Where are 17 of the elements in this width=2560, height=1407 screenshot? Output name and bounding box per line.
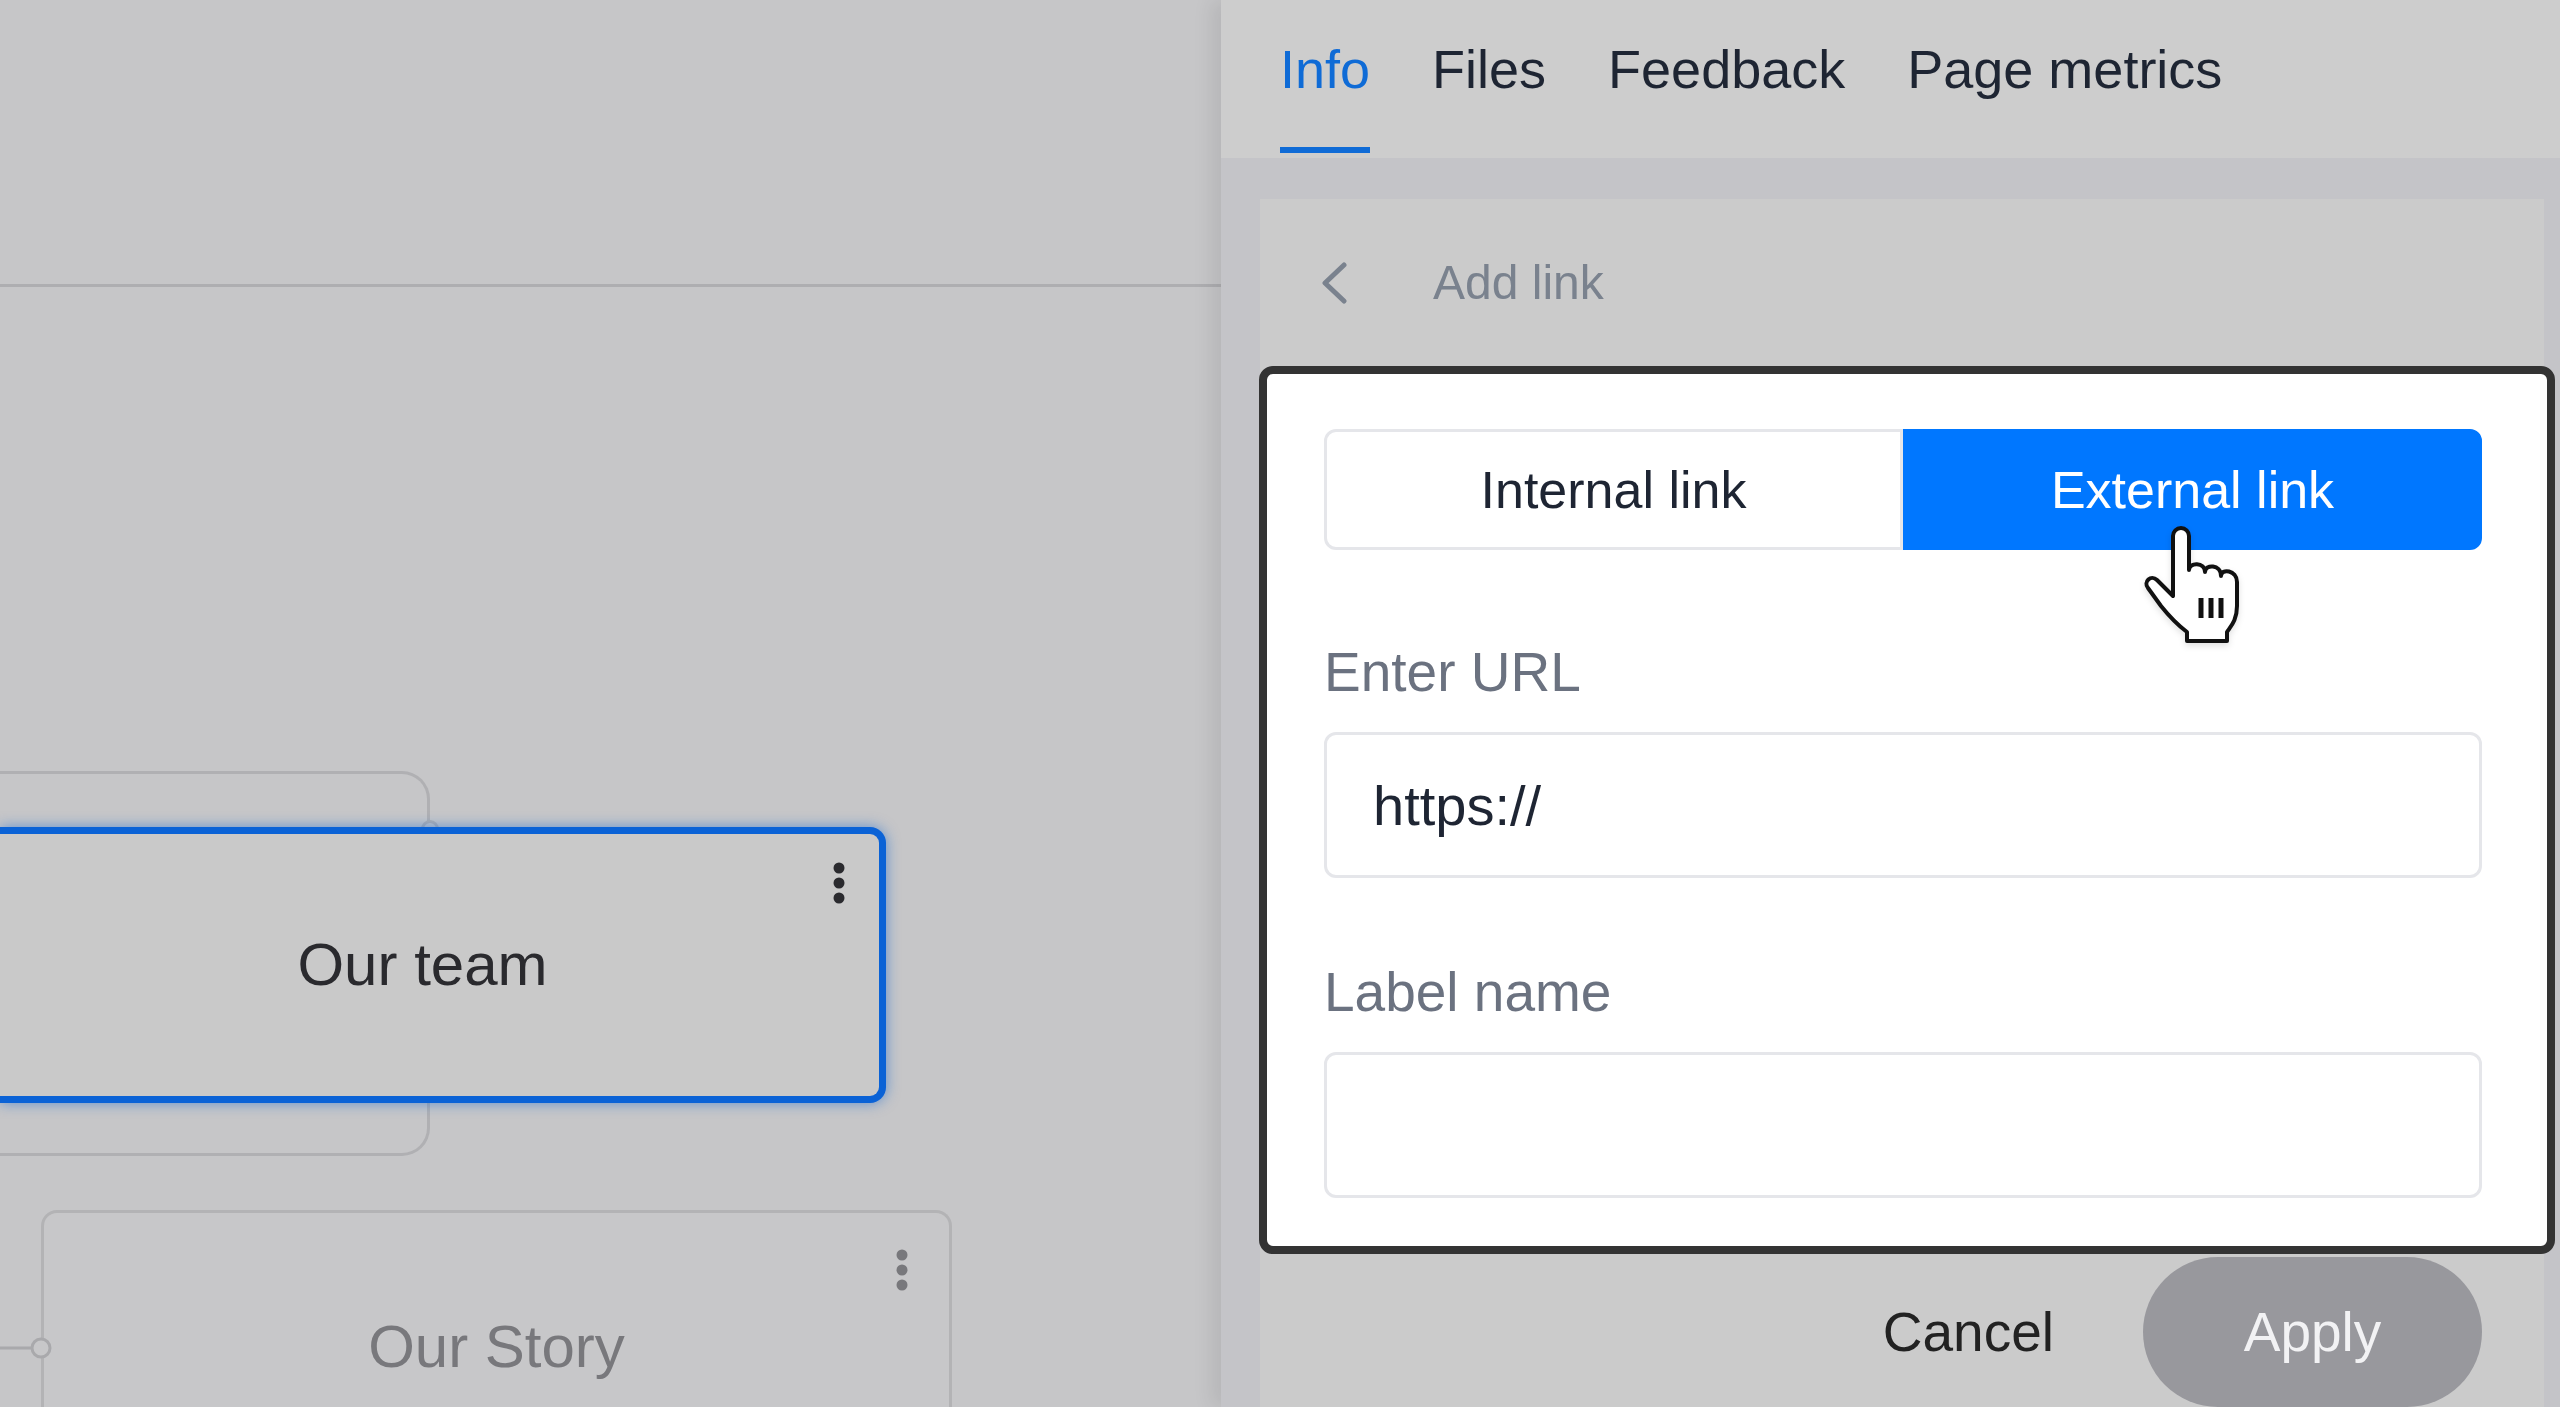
tab[interactable]: Feedback <box>1608 42 1846 153</box>
cancel-button[interactable]: Cancel <box>1882 1304 2054 1360</box>
tab[interactable]: Files <box>1432 42 1547 153</box>
page-node[interactable]: Our team <box>0 827 886 1103</box>
text-field[interactable] <box>1324 1052 2482 1198</box>
text-field[interactable]: https:// <box>1324 732 2482 878</box>
chevron-left-icon <box>1319 261 1349 304</box>
tab[interactable]: Page metrics <box>1907 42 2223 153</box>
panel-title: Add link <box>1433 258 1604 307</box>
kebab-menu-icon[interactable] <box>833 862 845 904</box>
back-button[interactable] <box>1319 261 1349 304</box>
field-label: Label name <box>1324 965 1612 1020</box>
node-label: Our team <box>297 935 548 995</box>
segmented-option[interactable]: Internal link <box>1324 429 1903 550</box>
segmented-option[interactable]: External link <box>1903 429 2482 550</box>
field-label: Enter URL <box>1324 645 1581 700</box>
node-label: Our Story <box>368 1317 625 1382</box>
